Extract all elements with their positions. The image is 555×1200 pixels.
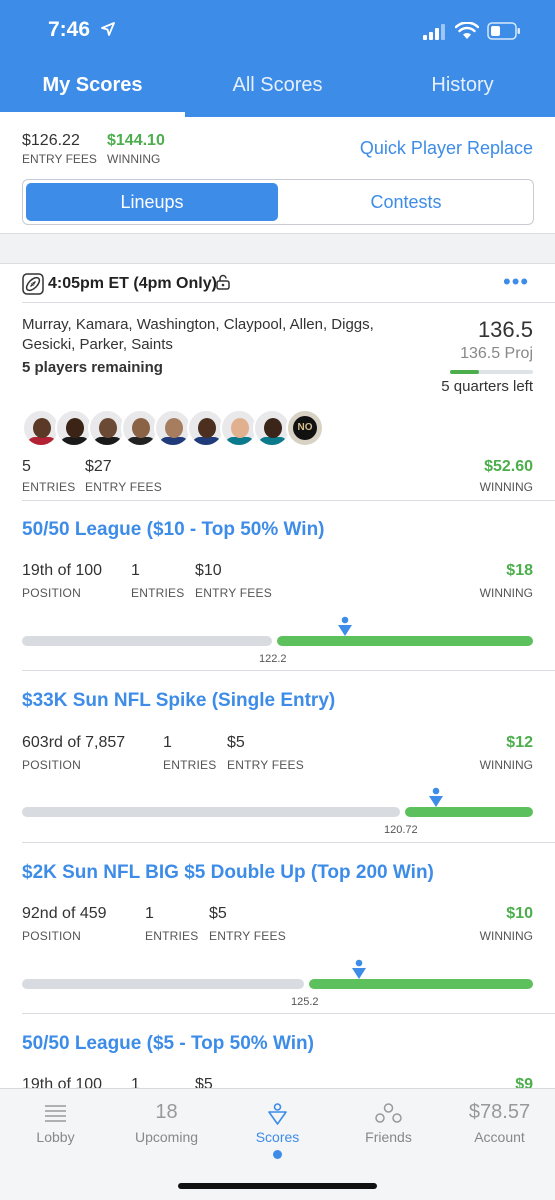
list-icon: [45, 1105, 66, 1122]
players-remaining: 5 players remaining: [22, 359, 163, 376]
contest-title[interactable]: 50/50 League ($10 - Top 50% Win): [22, 519, 325, 541]
lineup-points: 136.5: [477, 317, 533, 342]
cutline-score: 122.2: [259, 653, 287, 665]
scores-icon: [268, 1103, 287, 1125]
quarters-left: 5 quarters left: [441, 378, 533, 395]
progress-fill: [450, 370, 480, 374]
home-indicator: [178, 1183, 377, 1189]
contest-entries: 1: [145, 905, 154, 922]
tab-all-scores[interactable]: All Scores: [185, 74, 370, 97]
lineup-slate-title: 4:05pm ET (4pm Only): [48, 275, 217, 292]
contest-winning-label: WINNING: [479, 586, 533, 600]
upcoming-count: 18: [155, 1101, 178, 1123]
contest-winning: $18: [506, 562, 533, 579]
contest-winning: $12: [506, 734, 533, 751]
contest-position-label: POSITION: [22, 929, 81, 943]
total-entry-fees-label: ENTRY FEES: [22, 152, 97, 166]
segment-contests[interactable]: Contests: [281, 183, 531, 221]
tab-lobby-label: Lobby: [36, 1129, 75, 1145]
contest-fee: $10: [195, 562, 222, 579]
quick-player-replace-link[interactable]: Quick Player Replace: [360, 138, 533, 159]
contest-fee-label: ENTRY FEES: [209, 929, 286, 943]
contest-position: 603rd of 7,857: [22, 734, 126, 751]
cutline-score: 125.2: [291, 996, 319, 1008]
battery-icon: [487, 22, 520, 40]
contest-winning-label: WINNING: [479, 929, 533, 943]
team-defense-logo: NO: [293, 416, 317, 440]
cellular-signal-icon: [423, 24, 445, 40]
cutline-bar-below: [22, 636, 272, 646]
contest-winning: $10: [506, 905, 533, 922]
divider: [22, 842, 555, 843]
total-winning-label: WINNING: [107, 152, 161, 166]
lineup-entries-value: 5: [22, 458, 31, 475]
team-defense-avatar: NO: [286, 409, 324, 447]
lineup-winning-value: $52.60: [484, 458, 533, 475]
contest-entries-label: ENTRIES: [145, 929, 199, 943]
divider: [22, 1013, 555, 1014]
lineup-card: 4:05pm ET (4pm Only) ••• Murray, Kamara,…: [0, 263, 555, 1093]
divider: [22, 302, 555, 303]
tab-upcoming-label: Upcoming: [134, 1129, 199, 1145]
total-winning-value: $144.10: [107, 132, 165, 149]
unlocked-icon: [216, 274, 230, 290]
contest-title[interactable]: 50/50 League ($5 - Top 50% Win): [22, 1033, 314, 1055]
tab-account-label: Account: [474, 1129, 525, 1145]
cutline-bar-above: [405, 807, 533, 817]
football-icon: [22, 273, 44, 295]
position-marker-icon: [352, 959, 366, 979]
lineup-fees-value: $27: [85, 458, 112, 475]
contest-position-label: POSITION: [22, 758, 81, 772]
tab-history[interactable]: History: [370, 74, 555, 97]
divider: [22, 500, 555, 501]
status-bar: 7:46: [0, 0, 555, 62]
location-arrow-icon: [101, 22, 115, 36]
cutline-bar-above: [309, 979, 533, 989]
contest-title[interactable]: $33K Sun NFL Spike (Single Entry): [22, 690, 335, 712]
top-header: 7:46 My Scores All Scores History: [0, 0, 555, 117]
segment-lineups[interactable]: Lineups: [26, 183, 278, 221]
lineup-projection: 136.5 Proj: [460, 345, 533, 362]
scores-summary: $126.22 ENTRY FEES $144.10 WINNING Quick…: [0, 117, 555, 234]
player-avatars: NO: [22, 409, 332, 449]
contest-position-label: POSITION: [22, 586, 81, 600]
cutline-bar-below: [22, 979, 304, 989]
cutline-bar-above: [277, 636, 533, 646]
view-segmented-control: Lineups Contests: [22, 179, 534, 225]
tab-scores-label: Scores: [255, 1129, 300, 1145]
contest-fee-label: ENTRY FEES: [227, 758, 304, 772]
contest-title[interactable]: $2K Sun NFL BIG $5 Double Up (Top 200 Wi…: [22, 862, 434, 884]
contest-position: 92nd of 459: [22, 905, 107, 922]
contest-position: 19th of 100: [22, 562, 103, 579]
total-entry-fees-value: $126.22: [22, 132, 80, 149]
lineup-player-names: Murray, Kamara, Washington, Claypool, Al…: [22, 316, 374, 353]
contest-entries-label: ENTRIES: [163, 758, 217, 772]
status-time: 7:46: [48, 18, 91, 41]
more-options-button[interactable]: •••: [503, 271, 529, 293]
divider: [22, 670, 555, 671]
cutline-bar-below: [22, 807, 400, 817]
tab-my-scores[interactable]: My Scores: [0, 74, 185, 97]
friends-icon: [375, 1103, 402, 1123]
lineup-entries-label: ENTRIES: [22, 480, 76, 494]
contest-entries: 1: [131, 562, 140, 579]
lineup-winning-label: WINNING: [479, 480, 533, 494]
active-tab-dot: [273, 1150, 282, 1159]
position-marker-icon: [429, 787, 443, 807]
account-balance: $78.57: [468, 1101, 531, 1123]
contest-fee: $5: [209, 905, 227, 922]
contest-fee: $5: [227, 734, 245, 751]
position-marker-icon: [338, 616, 352, 636]
contest-winning-label: WINNING: [479, 758, 533, 772]
contest-fee-label: ENTRY FEES: [195, 586, 272, 600]
cutline-score: 120.72: [384, 824, 418, 836]
tab-friends-label: Friends: [365, 1129, 412, 1145]
progress-track: [450, 370, 533, 374]
lineup-fees-label: ENTRY FEES: [85, 480, 162, 494]
contest-entries: 1: [163, 734, 172, 751]
wifi-icon: [455, 22, 479, 39]
contest-entries-label: ENTRIES: [131, 586, 185, 600]
